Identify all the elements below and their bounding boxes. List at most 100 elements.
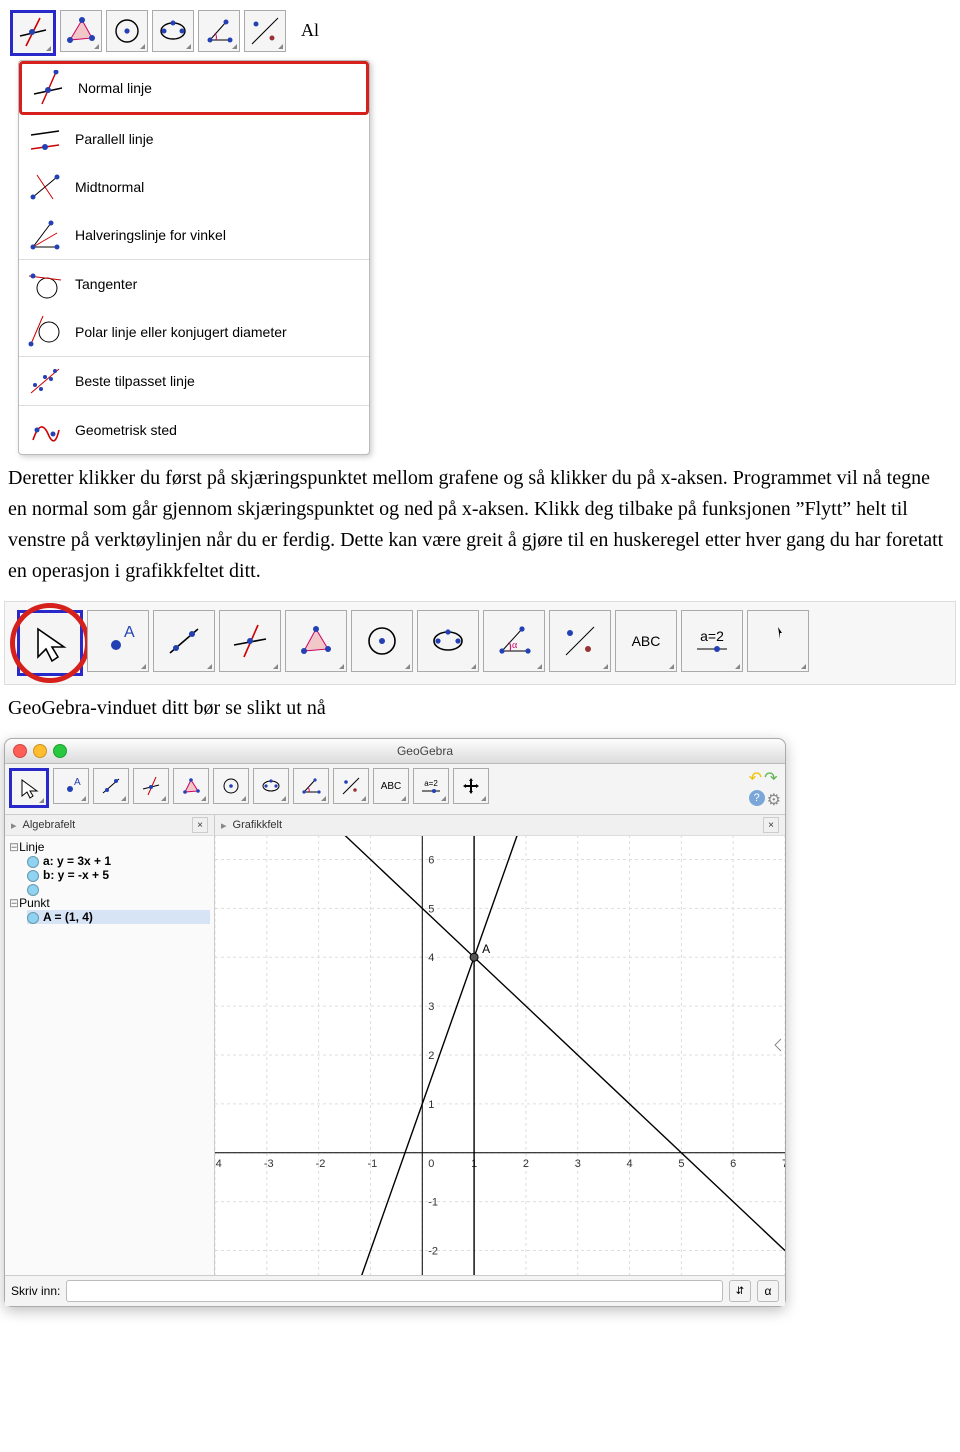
menu-parallell-linje[interactable]: Parallell linje — [19, 115, 369, 163]
polygon-tool-2[interactable] — [285, 610, 347, 672]
abc-label-small: ABC — [381, 781, 402, 792]
perpendicular-bisector-icon — [25, 167, 65, 207]
ggb-slider-tool[interactable]: a=2 — [413, 768, 449, 804]
ggb-point-tool[interactable]: A — [53, 768, 89, 804]
svg-text:A: A — [482, 942, 490, 956]
svg-text:1: 1 — [428, 1099, 434, 1111]
toolbar-right-icons: ↶ ↷ ? ⚙ — [749, 768, 781, 810]
line-tool[interactable] — [153, 610, 215, 672]
chevron-right-icon[interactable] — [221, 819, 229, 832]
angle-tool[interactable] — [198, 10, 240, 52]
menu-polar-linje[interactable]: Polar linje eller konjugert diameter — [19, 308, 369, 356]
undo-icon[interactable]: ↶ — [749, 768, 762, 788]
ae2-label-small: a=2 — [424, 779, 438, 788]
redo-icon[interactable]: ↷ — [764, 768, 777, 788]
full-toolbar-image: A α ABC a=2 — [4, 601, 956, 685]
menu-label: Tangenter — [75, 276, 137, 292]
conic-tool[interactable] — [152, 10, 194, 52]
window-titlebar: GeoGebra — [5, 739, 785, 764]
circle-tool-2[interactable] — [351, 610, 413, 672]
perpendicular-line-tool[interactable] — [10, 10, 56, 56]
menu-tangenter[interactable]: Tangenter — [19, 260, 369, 308]
menu-geometrisk-sted[interactable]: Geometrisk sted — [19, 406, 369, 454]
close-panel-icon[interactable]: × — [192, 817, 208, 833]
graphics-panel-header: Grafikkfelt × — [215, 815, 785, 836]
window-close-icon[interactable] — [13, 744, 27, 758]
svg-text:6: 6 — [730, 1158, 736, 1170]
close-panel-icon[interactable]: × — [763, 817, 779, 833]
menu-label: Parallell linje — [75, 131, 154, 147]
menu-label: Polar linje eller konjugert diameter — [75, 324, 287, 340]
obj-a[interactable]: a: y = 3x + 1 — [27, 854, 210, 868]
svg-text:-2: -2 — [428, 1246, 438, 1258]
ggb-angle-tool[interactable] — [293, 768, 329, 804]
svg-text:-1: -1 — [367, 1158, 377, 1170]
algebra-panel: Algebrafelt × Linje a: y = 3x + 1 b: y =… — [5, 815, 215, 1275]
ae2-label: a=2 — [700, 628, 724, 644]
svg-text:4: 4 — [428, 952, 434, 964]
move-tool[interactable] — [17, 610, 83, 676]
chevron-right-icon[interactable] — [11, 819, 19, 832]
svg-text:-4: -4 — [215, 1158, 222, 1170]
perpendicular-line-icon — [28, 68, 68, 108]
geogebra-toolbar: A ABC a=2 ↶ ↷ ? ⚙ — [5, 764, 785, 815]
obj-c[interactable] — [27, 882, 210, 896]
polar-line-icon — [25, 312, 65, 352]
angle-bisector-icon — [25, 215, 65, 255]
help-icon[interactable]: ? — [749, 790, 765, 806]
svg-text:-3: -3 — [264, 1158, 274, 1170]
ggb-perpendicular-tool[interactable] — [133, 768, 169, 804]
ggb-circle-tool[interactable] — [213, 768, 249, 804]
settings-icon[interactable]: ⚙ — [767, 790, 781, 810]
menu-midtnormal[interactable]: Midtnormal — [19, 163, 369, 211]
ggb-line-tool[interactable] — [93, 768, 129, 804]
menu-normal-linje[interactable]: Normal linje — [19, 61, 369, 115]
svg-text:α: α — [512, 640, 518, 651]
text-tool[interactable]: ABC — [615, 610, 677, 672]
circle-tool[interactable] — [106, 10, 148, 52]
move-view-tool[interactable] — [747, 610, 809, 672]
reflect-tool-2[interactable] — [549, 610, 611, 672]
ggb-reflect-tool[interactable] — [333, 768, 369, 804]
ggb-text-tool[interactable]: ABC — [373, 768, 409, 804]
point-tool[interactable]: A — [87, 610, 149, 672]
obj-A[interactable]: A = (1, 4) — [27, 910, 210, 924]
command-input[interactable] — [66, 1280, 723, 1302]
extra-tool[interactable]: Al — [290, 10, 330, 50]
svg-text:A: A — [124, 624, 135, 641]
menu-label: Normal linje — [78, 80, 152, 96]
svg-text:5: 5 — [678, 1158, 684, 1170]
svg-text:3: 3 — [575, 1158, 581, 1170]
slider-tool[interactable]: a=2 — [681, 610, 743, 672]
svg-text:A: A — [74, 777, 81, 788]
menu-beste-tilpasset[interactable]: Beste tilpasset linje — [19, 357, 369, 405]
ggb-move-view-tool[interactable] — [453, 768, 489, 804]
graph-plot[interactable]: -4-3-2-101234567-2-1123456A — [215, 815, 785, 1275]
group-punkt[interactable]: Punkt — [9, 896, 210, 910]
ggb-conic-tool[interactable] — [253, 768, 289, 804]
svg-text:0: 0 — [428, 1158, 434, 1170]
input-label: Skriv inn: — [11, 1284, 60, 1298]
svg-text:5: 5 — [428, 903, 434, 915]
symbol-keyboard-button[interactable]: α — [757, 1280, 779, 1302]
ggb-polygon-tool[interactable] — [173, 768, 209, 804]
svg-text:3: 3 — [428, 1001, 434, 1013]
group-linje[interactable]: Linje — [9, 840, 210, 854]
conic-tool-2[interactable] — [417, 610, 479, 672]
line-tools-dropdown: Normal linje Parallell linje Midtnormal … — [18, 60, 370, 455]
input-history-stepper[interactable]: ⇵ — [729, 1280, 751, 1302]
ggb-move-tool[interactable] — [9, 768, 49, 808]
window-maximize-icon[interactable] — [53, 744, 67, 758]
svg-text:-1: -1 — [428, 1197, 438, 1209]
menu-halveringslinje[interactable]: Halveringslinje for vinkel — [19, 211, 369, 259]
window-minimize-icon[interactable] — [33, 744, 47, 758]
perpendicular-tool[interactable] — [219, 610, 281, 672]
svg-text:7: 7 — [782, 1158, 785, 1170]
reflect-tool[interactable] — [244, 10, 286, 52]
locus-icon — [25, 410, 65, 450]
graphics-panel[interactable]: Grafikkfelt × -4-3-2-101234567-2-1123456… — [215, 815, 785, 1275]
angle-tool-2[interactable]: α — [483, 610, 545, 672]
polygon-tool[interactable] — [60, 10, 102, 52]
instruction-paragraph-2: GeoGebra-vinduet ditt bør se slikt ut nå — [8, 693, 952, 724]
obj-b[interactable]: b: y = -x + 5 — [27, 868, 210, 882]
